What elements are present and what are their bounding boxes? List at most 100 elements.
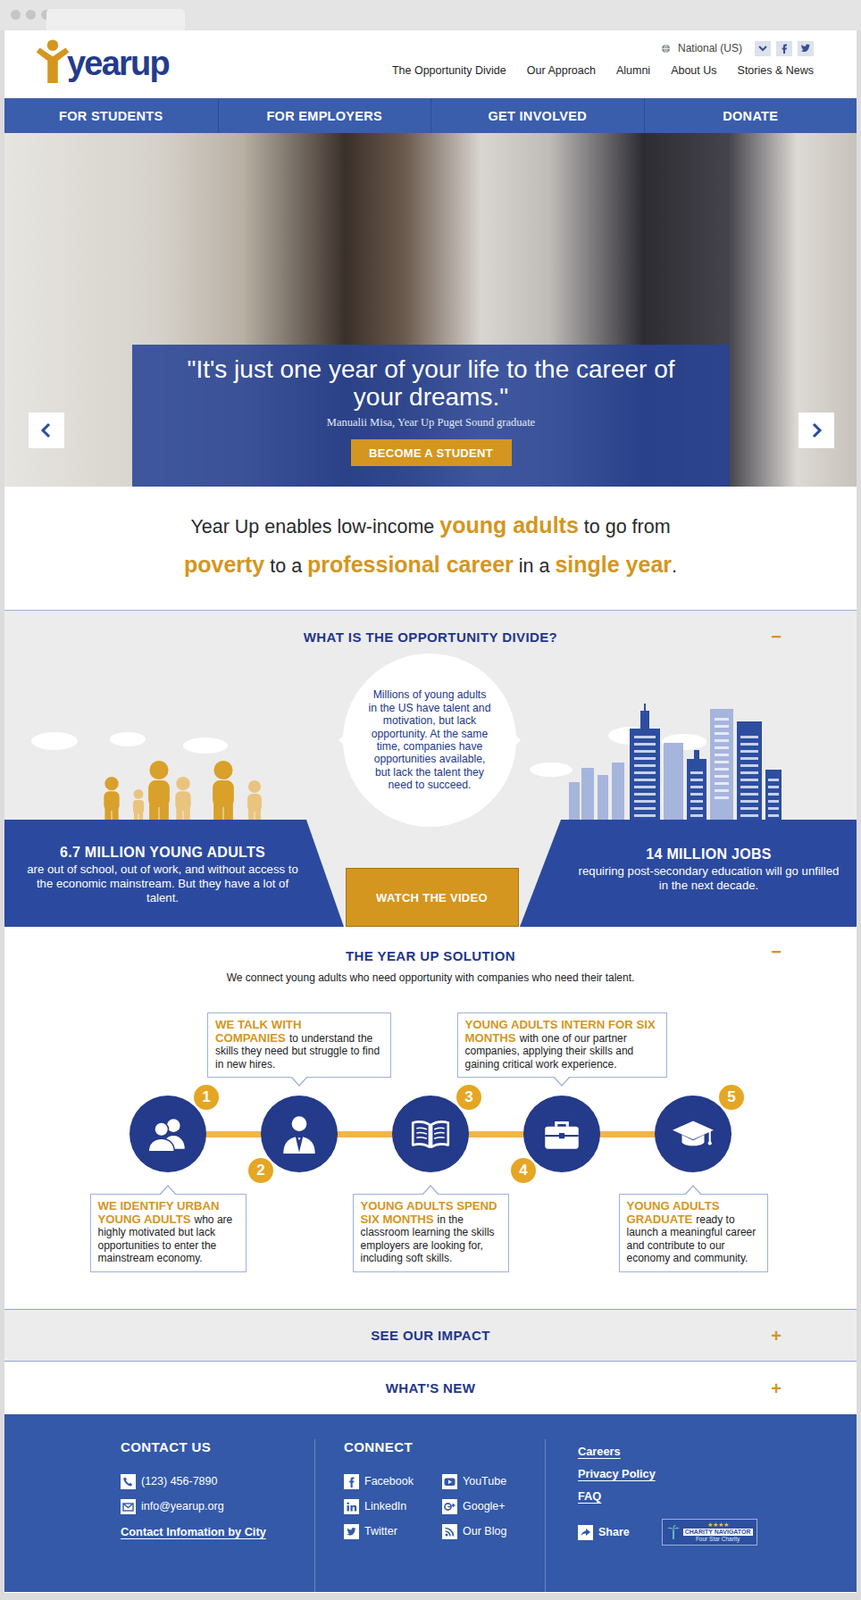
- logo[interactable]: yearup: [34, 39, 169, 84]
- stat-band: 14 MILLION JOBSrequiring post-secondary …: [519, 819, 857, 928]
- section-title[interactable]: THE YEAR UP SOLUTION: [345, 948, 516, 964]
- footer-link[interactable]: FAQ: [577, 1489, 758, 1513]
- logo-text[interactable]: yearup: [66, 45, 169, 82]
- main-nav-item[interactable]: FOR STUDENTS: [4, 98, 218, 134]
- contact-row: info@yearup.org: [120, 1494, 315, 1520]
- nav-link[interactable]: Our Approach: [526, 64, 596, 77]
- stat-title: 6.7 MILLION YOUNG ADULTS: [59, 844, 266, 861]
- social-link[interactable]: LinkedIn: [343, 1494, 443, 1520]
- step-number: 1: [192, 1083, 221, 1112]
- social-link-label[interactable]: YouTube: [462, 1475, 507, 1488]
- phone-icon: [120, 1474, 136, 1490]
- youtube-icon[interactable]: [442, 1474, 458, 1490]
- header: yearup National (US) The Opportunity Divid…: [4, 30, 857, 99]
- solution-section: THE YEAR UP SOLUTION − We connect young ad…: [4, 927, 857, 1310]
- nav-link[interactable]: Alumni: [616, 64, 651, 77]
- share-row: Share ★★★★CHARITY NAVIGATORFour Star Char…: [577, 1519, 758, 1547]
- social-link[interactable]: Twitter: [343, 1519, 443, 1545]
- section-title[interactable]: WHAT IS THE OPPORTUNITY DIVIDE?: [303, 629, 558, 645]
- social-link-label[interactable]: Twitter: [364, 1525, 398, 1539]
- dropdown-chevron-icon[interactable]: [754, 41, 771, 57]
- step-icon-cell: 2: [234, 1095, 366, 1173]
- linkedin-icon[interactable]: [343, 1499, 360, 1515]
- contact-row: Contact Infomation by City: [120, 1519, 315, 1545]
- hero-carousel: "It's just one year of your life to the …: [4, 133, 857, 487]
- twitter-icon[interactable]: [343, 1524, 360, 1540]
- cloud: [529, 762, 573, 778]
- tagline-line: Year Up enables low-income young adults …: [4, 507, 857, 547]
- social-link-label[interactable]: Our Blog: [462, 1525, 507, 1539]
- section-header[interactable]: THE YEAR UP SOLUTION −: [4, 927, 857, 978]
- step-circle: 2: [260, 1095, 338, 1173]
- social-link-label[interactable]: LinkedIn: [364, 1500, 407, 1514]
- section-header[interactable]: WHAT'S NEW +: [4, 1362, 857, 1415]
- region-selector[interactable]: National (US): [677, 41, 743, 55]
- charity-navigator-badge[interactable]: ★★★★CHARITY NAVIGATORFour Star Charity: [661, 1519, 758, 1547]
- watch-video-button[interactable]: WATCH THE VIDEO: [345, 868, 519, 928]
- section-header[interactable]: SEE OUR IMPACT +: [4, 1310, 857, 1362]
- section-toggle[interactable]: +: [770, 1378, 782, 1399]
- social-link[interactable]: Facebook: [343, 1469, 443, 1495]
- connect-column: CONNECTFacebookYouTubeLinkedInGoogle+Twi…: [315, 1439, 546, 1593]
- main-nav: FOR STUDENTSFOR EMPLOYERSGET INVOLVEDDON…: [4, 98, 857, 134]
- solution-timeline: WE IDENTIFY URBAN YOUNG ADULTSwho are hi…: [102, 1014, 760, 1273]
- footer-title: CONTACT US: [120, 1439, 315, 1455]
- nav-link[interactable]: About Us: [670, 64, 717, 77]
- next-arrow-icon[interactable]: [798, 412, 835, 449]
- nav-link[interactable]: The Opportunity Divide: [392, 64, 507, 77]
- section-toggle[interactable]: −: [770, 626, 782, 648]
- step-callout-cell: YOUNG ADULTS GRADUATEready to launch a m…: [627, 1194, 760, 1273]
- section-toggle[interactable]: −: [770, 942, 782, 963]
- step-icon-cell: 4: [496, 1095, 628, 1173]
- social-link-label[interactable]: Google+: [462, 1500, 506, 1514]
- main-nav-item[interactable]: DONATE: [643, 98, 858, 134]
- facebook-icon[interactable]: [776, 41, 793, 57]
- contact-value[interactable]: info@yearup.org: [141, 1500, 225, 1514]
- people-figures-icon: [102, 757, 300, 820]
- googleplus-icon[interactable]: [442, 1499, 458, 1515]
- opportunity-section: WHAT IS THE OPPORTUNITY DIVIDE?−Millions…: [4, 610, 857, 928]
- social-link-label[interactable]: Facebook: [364, 1475, 414, 1488]
- page: yearup National (US) The Opportunity Divid…: [4, 30, 857, 1594]
- book-icon: [408, 1111, 453, 1157]
- globe-icon: [660, 43, 671, 54]
- section-subtitle: We connect young adults who need opportu…: [4, 971, 857, 985]
- stat-text: requiring post-secondary education will …: [573, 864, 845, 894]
- social-link[interactable]: Google+: [442, 1494, 541, 1520]
- section-toggle[interactable]: +: [770, 1325, 782, 1346]
- step-number: 4: [509, 1156, 538, 1186]
- share-icon[interactable]: [577, 1525, 594, 1541]
- hero-caption: "It's just one year of your life to the …: [132, 344, 730, 487]
- become-student-button[interactable]: BECOME A STUDENT: [351, 439, 512, 467]
- hero-attribution: Manualii Misa, Year Up Puget Sound gradu…: [326, 416, 535, 430]
- step-number: 3: [454, 1083, 484, 1112]
- nav-link[interactable]: Stories & News: [737, 64, 814, 77]
- contact-by-city-link[interactable]: Contact Infomation by City: [120, 1525, 267, 1539]
- section-title[interactable]: WHAT'S NEW: [385, 1380, 477, 1396]
- section-title[interactable]: SEE OUR IMPACT: [370, 1328, 491, 1344]
- footer-link[interactable]: Privacy Policy: [577, 1467, 758, 1490]
- step-number: 2: [246, 1156, 276, 1186]
- share-button[interactable]: Share: [598, 1526, 630, 1539]
- footer-link[interactable]: Careers: [577, 1445, 758, 1468]
- tagline-segment: .: [671, 555, 678, 577]
- previous-arrow-icon[interactable]: [28, 412, 65, 449]
- badge-title: CHARITY NAVIGATOR: [683, 1529, 753, 1537]
- twitter-icon[interactable]: [797, 41, 814, 57]
- contact-value[interactable]: (123) 456-7890: [141, 1475, 218, 1488]
- businessman-icon: [276, 1111, 322, 1157]
- social-link[interactable]: YouTube: [442, 1469, 541, 1495]
- city-skyline-icon: [568, 703, 784, 820]
- main-nav-item[interactable]: GET INVOLVED: [430, 98, 644, 134]
- facebook-icon[interactable]: [343, 1474, 360, 1490]
- header-right: National (US) The Opportunity Divide Our A…: [392, 30, 814, 77]
- graduation-cap-icon: [668, 1111, 718, 1157]
- rss-icon[interactable]: [442, 1524, 458, 1540]
- social-link[interactable]: Our Blog: [442, 1519, 541, 1545]
- tagline-segment: young adults: [439, 512, 579, 538]
- step-circle: 5: [654, 1095, 732, 1173]
- tagline-line: poverty to a professional career in a si…: [4, 546, 857, 586]
- main-nav-item[interactable]: FOR EMPLOYERS: [217, 98, 432, 134]
- window-dot: [10, 9, 21, 20]
- browser-tab[interactable]: [46, 8, 185, 31]
